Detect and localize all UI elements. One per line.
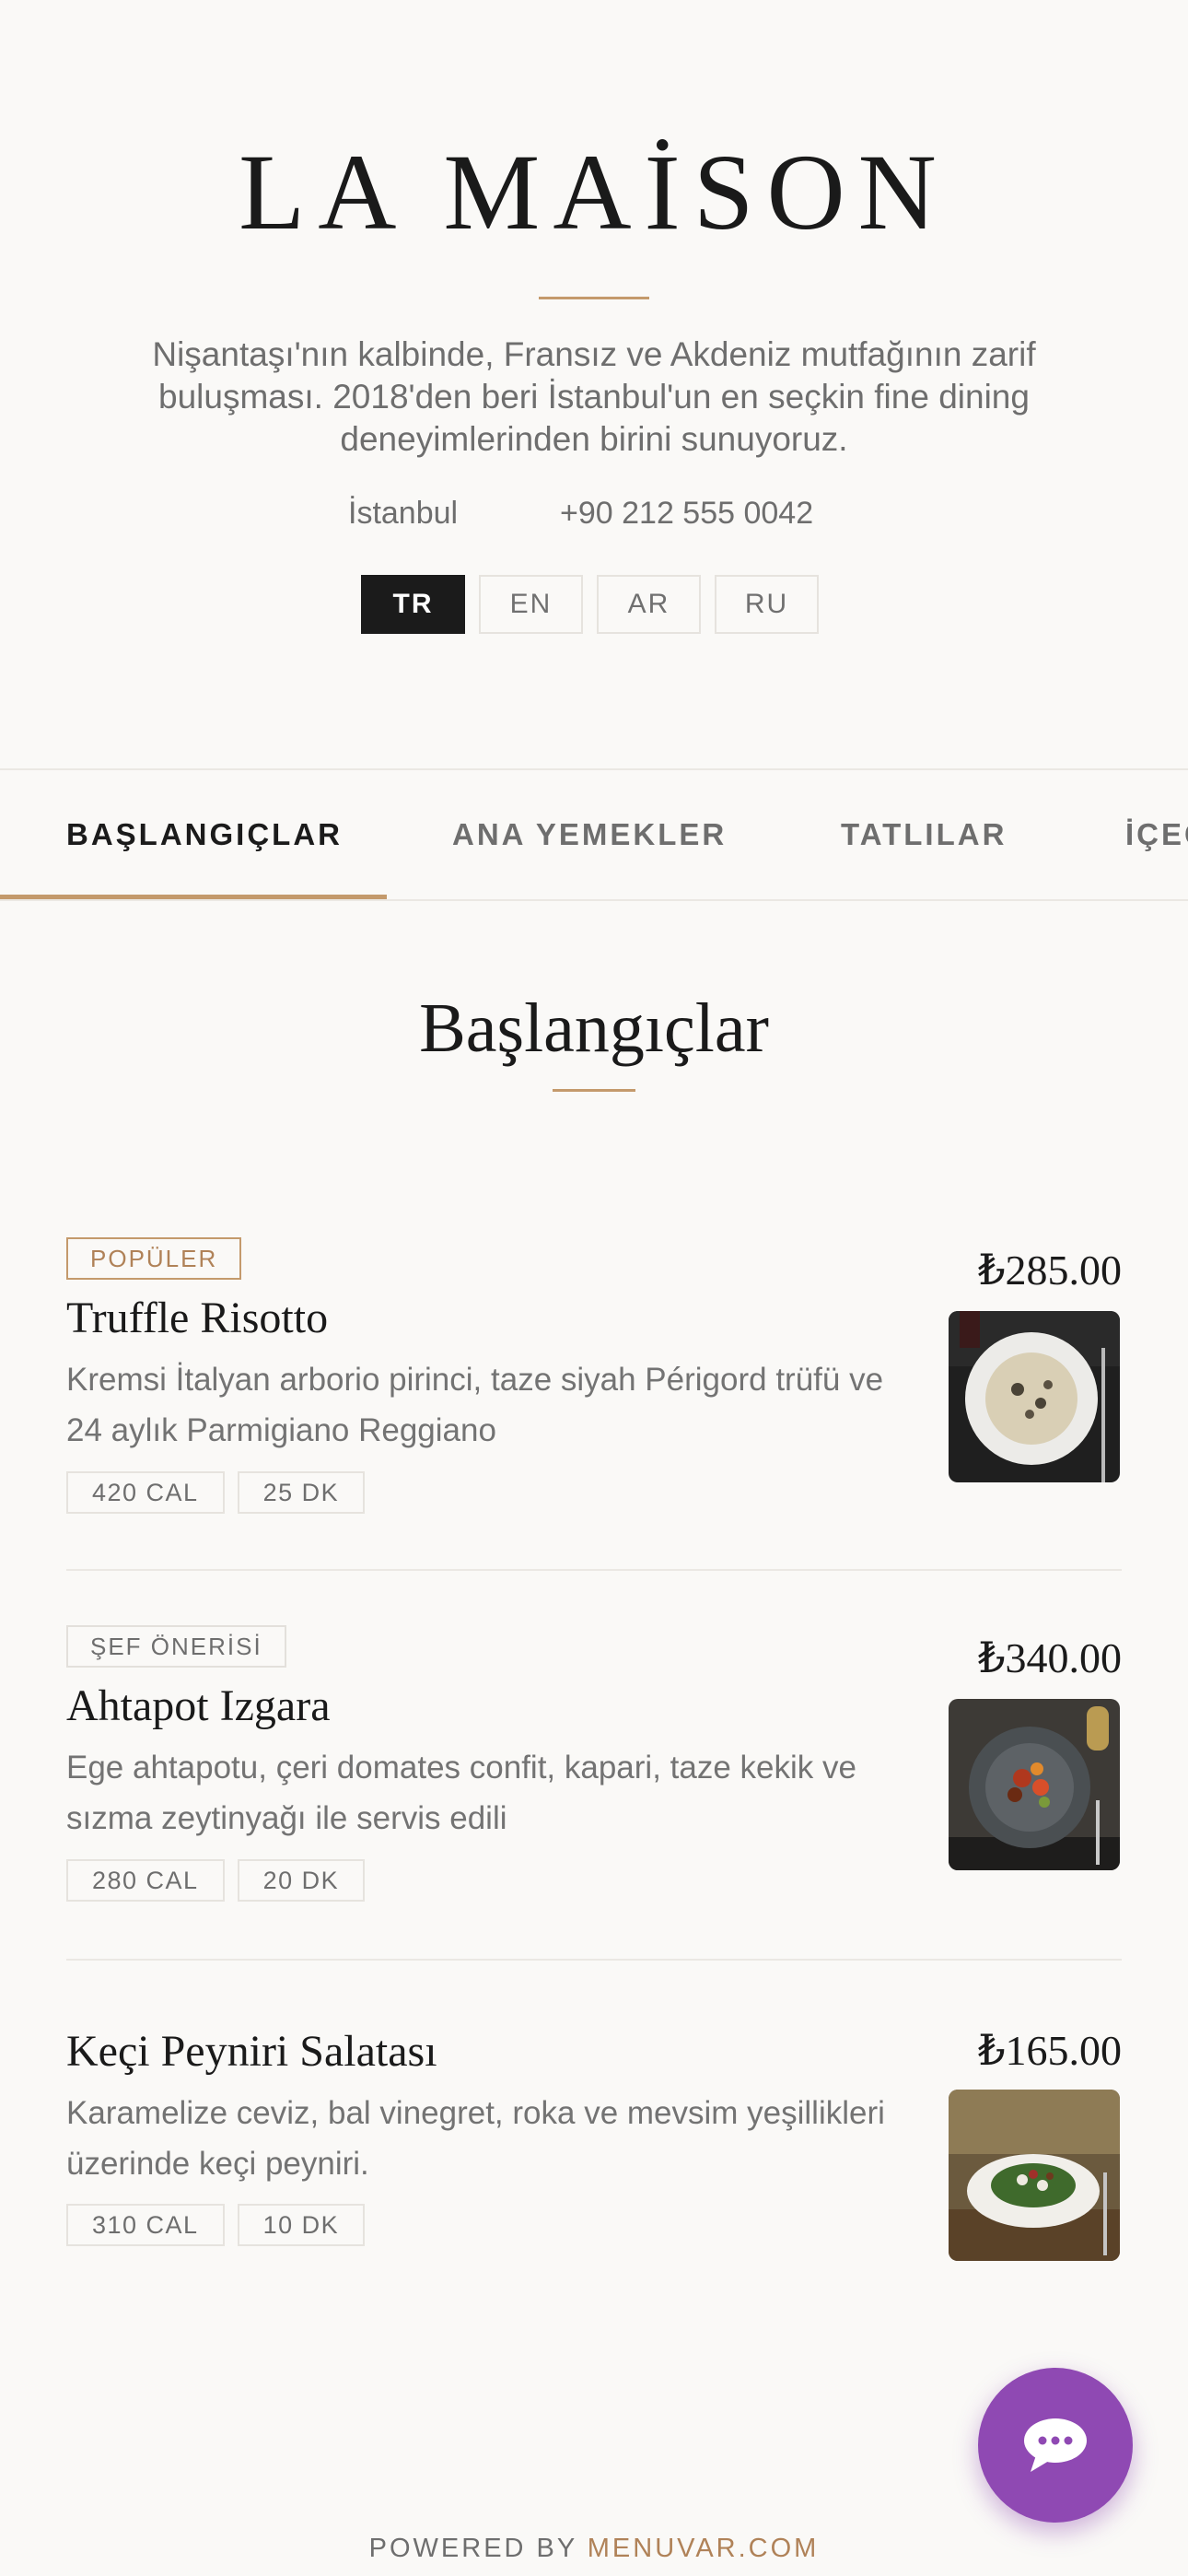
item-photo[interactable]: [949, 2090, 1120, 2261]
restaurant-tagline: Nişantaşı'nın kalbinde, Fransız ve Akden…: [152, 335, 1036, 458]
calories-tag: 280 CAL: [66, 1859, 225, 1902]
section-title: Başlangıçlar: [419, 989, 769, 1067]
menu-item[interactable]: Keçi Peyniri Salatası Karamelize ceviz, …: [66, 2016, 1122, 2261]
item-meta: 310 CAL 10 DK: [66, 2204, 366, 2246]
calories-tag: 310 CAL: [66, 2204, 225, 2246]
item-meta: 420 CAL 25 DK: [66, 1471, 366, 1514]
item-price: ₺340.00: [978, 1634, 1122, 1681]
section-divider: [553, 1089, 635, 1092]
item-price: ₺165.00: [978, 2027, 1122, 2074]
footer-prefix: POWERED BY: [368, 2534, 577, 2563]
calories-tag: 420 CAL: [66, 1471, 225, 1514]
item-name: Ahtapot Izgara: [66, 1681, 331, 1730]
language-switcher: TR EN AR RU: [361, 575, 819, 634]
tab-ana-yemekler[interactable]: ANA YEMEKLER: [452, 770, 727, 899]
brand-divider: [539, 297, 649, 299]
language-button-tr[interactable]: TR: [361, 575, 465, 634]
item-name: Truffle Risotto: [66, 1294, 329, 1342]
category-tabs: BAŞLANGIÇLAR ANA YEMEKLER TATLILAR İÇECE…: [0, 768, 1188, 901]
item-price: ₺285.00: [978, 1247, 1122, 1294]
city-label: İstanbul: [348, 496, 459, 531]
prep-time-tag: 10 DK: [237, 2204, 366, 2246]
popular-badge: POPÜLER: [66, 1237, 242, 1280]
item-meta: 280 CAL 20 DK: [66, 1859, 366, 1902]
menu-item[interactable]: ŞEF ÖNERİSİ Ahtapot Izgara Ege ahtapotu,…: [66, 1625, 1122, 1902]
tab-baslangiclar[interactable]: BAŞLANGIÇLAR: [66, 770, 343, 899]
tab-tatlilar[interactable]: TATLILAR: [841, 770, 1007, 899]
item-description: Karamelize ceviz, bal vinegret, roka ve …: [66, 2095, 885, 2182]
active-tab-indicator: [0, 895, 387, 899]
chat-button[interactable]: [978, 2368, 1133, 2523]
chef-pick-badge: ŞEF ÖNERİSİ: [66, 1625, 286, 1668]
language-button-en[interactable]: EN: [479, 575, 583, 634]
powered-by-footer: POWERED BY MENUVAR.COM: [0, 2534, 1188, 2564]
chat-bubble-icon: [1024, 2418, 1087, 2472]
item-description: Ege ahtapotu, çeri domates confit, kapar…: [66, 1750, 856, 1836]
item-photo[interactable]: [949, 1699, 1120, 1870]
prep-time-tag: 20 DK: [237, 1859, 366, 1902]
item-divider: [66, 1959, 1122, 1961]
item-divider: [66, 1569, 1122, 1571]
restaurant-name: LA MAİSON: [239, 132, 949, 252]
menu-item[interactable]: POPÜLER Truffle Risotto Kremsi İtalyan a…: [66, 1237, 1122, 1514]
item-name: Keçi Peyniri Salatası: [66, 2027, 437, 2076]
footer-link[interactable]: MENUVAR.COM: [588, 2534, 820, 2563]
language-button-ru[interactable]: RU: [715, 575, 819, 634]
language-button-ar[interactable]: AR: [597, 575, 701, 634]
prep-time-tag: 25 DK: [237, 1471, 366, 1514]
item-photo[interactable]: [949, 1311, 1120, 1482]
tab-icecekler[interactable]: İÇECEKLER: [1125, 770, 1188, 899]
item-description: Kremsi İtalyan arborio pirinci, taze siy…: [66, 1362, 884, 1448]
phone-number[interactable]: +90 212 555 0042: [560, 496, 813, 532]
